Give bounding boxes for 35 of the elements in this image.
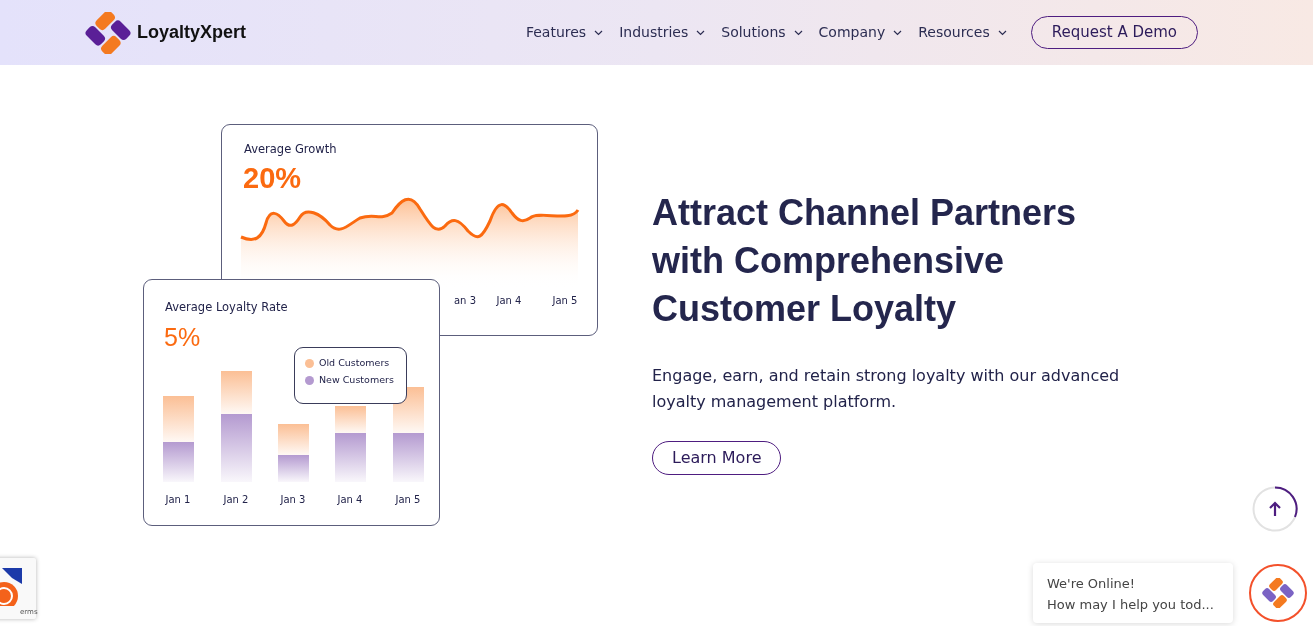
axis-label: Jan 4 <box>337 493 363 507</box>
growth-value: 20% <box>243 161 302 196</box>
axis-label: an 3 <box>454 294 476 308</box>
card-title: Average Loyalty Rate <box>165 299 288 316</box>
chat-title: We're Online! <box>1047 575 1136 593</box>
chevron-down-icon <box>997 29 1007 36</box>
legend-label: New Customers <box>319 373 394 388</box>
nav-menu-item[interactable]: Resources <box>918 22 1007 43</box>
nav-menu-item[interactable]: Solutions <box>721 22 803 43</box>
loyalty-value: 5% <box>164 322 201 353</box>
axis-label: Jan 1 <box>165 493 191 507</box>
nav-menu-item[interactable]: Features <box>525 22 604 43</box>
axis-label: Jan 5 <box>395 493 421 507</box>
chat-message: How may I help you tod... <box>1047 596 1215 614</box>
hero-heading: Attract Channel Partners with Comprehensive Customer Loyalty <box>652 191 1078 331</box>
scroll-top-button[interactable] <box>1252 486 1298 532</box>
axis-label: Jan 4 <box>496 294 522 308</box>
legend-label: Old Customers <box>319 356 390 370</box>
chevron-down-icon <box>793 29 803 36</box>
chevron-down-icon <box>696 29 706 36</box>
card-title: Average Growth <box>244 141 337 158</box>
brand-link[interactable]: LoyaltyXpert <box>83 11 247 54</box>
axis-label: Jan 5 <box>552 294 578 308</box>
logo-icon <box>1260 578 1296 608</box>
axis-label: Jan 3 <box>280 493 306 507</box>
axis-label: Jan 2 <box>223 493 249 507</box>
chat-button[interactable] <box>1249 564 1307 622</box>
chat-bubble[interactable]: We're Online! How may I help you tod... <box>1033 563 1233 623</box>
chart-bar <box>278 424 309 482</box>
chevron-down-icon <box>893 29 903 36</box>
nav-menu-item[interactable]: Industries <box>619 22 706 43</box>
hero-text: Engage, earn, and retain strong loyalty with our advanced loyalty management platform. <box>652 365 1121 413</box>
logo-icon <box>83 11 133 54</box>
nav-menu-item[interactable]: Company <box>818 22 903 43</box>
chevron-down-icon <box>594 29 604 36</box>
